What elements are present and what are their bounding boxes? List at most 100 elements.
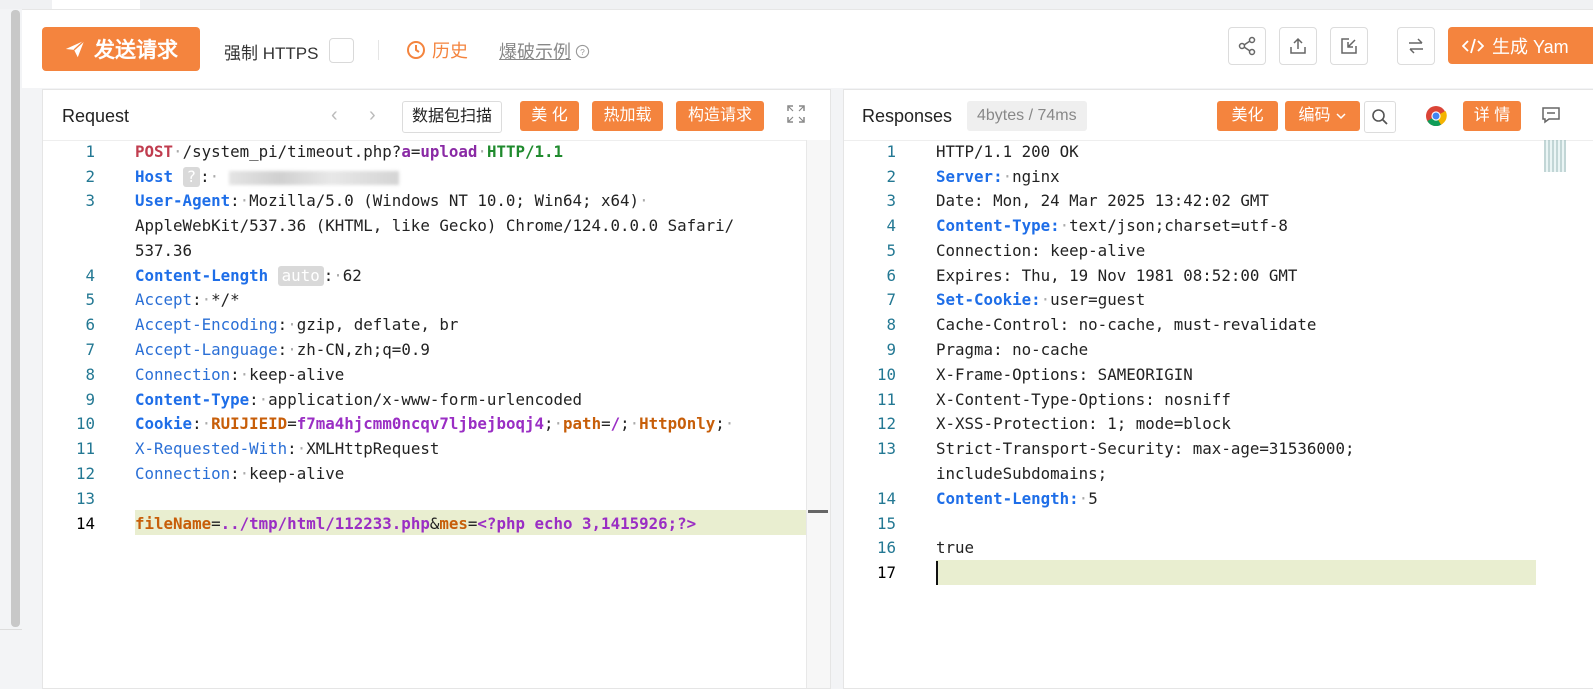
redacted-host [228,170,399,185]
header-value: application/x-www-form-urlencoded [268,390,583,409]
code-line: Accept-Encoding:·gzip, deflate, br [135,315,459,334]
construct-request-button[interactable]: 构造请求 [676,101,764,131]
line-number: 16 [876,538,896,557]
header-key: Content-Type [135,390,250,409]
code-line: Server:·nginx [936,167,1060,186]
encoding-dropdown[interactable]: 编码 [1285,101,1360,131]
message-icon[interactable] [1541,105,1561,125]
line-number: 6 [85,315,95,334]
history-button[interactable]: 历史 [406,37,468,63]
header-key: Server: [936,167,1003,186]
line-number: 14 [75,514,95,533]
line-number: 9 [85,390,95,409]
code-line: Content-Length auto:·62 [135,266,362,286]
force-https-label: 强制 HTTPS [224,44,319,63]
header-value: nginx [1012,167,1060,186]
code-line: Accept:·*/* [135,290,240,309]
header-value: */* [211,290,240,309]
line-number: 8 [886,315,896,334]
auto-badge[interactable]: auto [277,266,324,286]
code-line: X-Frame-Options: SAMEORIGIN [936,365,1193,384]
share-button[interactable] [1228,27,1266,65]
prev-arrow-icon[interactable]: ‹ [331,104,338,127]
beautify-button[interactable]: 美 化 [520,101,579,131]
code-line: Expires: Thu, 19 Nov 1981 08:52:00 GMT [936,266,1298,285]
generate-yaml-label: 生成 Yam [1492,36,1569,57]
line-number: 13 [876,439,896,458]
active-tab[interactable] [52,0,140,9]
header-key: User-Agent [135,191,231,210]
line-number: 9 [886,340,896,359]
history-label: 历史 [432,41,468,61]
request-editor[interactable]: 1 2 3 4 5 6 7 8 9 10 11 12 13 14 POST·/s… [43,140,830,688]
header-key: Connection [135,464,231,483]
line-number: 1 [886,142,896,161]
line-number: 4 [85,266,95,285]
line-number: 5 [85,290,95,309]
code-line: Connection:·keep-alive [135,464,345,483]
host-badge[interactable]: ? [182,167,201,187]
hotload-button[interactable]: 热加载 [592,101,663,131]
divider [378,40,379,60]
request-path: /system_pi/timeout.php? [182,142,402,161]
force-https-checkbox[interactable] [329,38,354,63]
example-link[interactable]: 爆破示例 ? [499,38,590,64]
export-button[interactable] [1279,27,1317,65]
send-request-button[interactable]: 发送请求 [42,27,200,71]
request-header: Request ‹ › 数据包扫描 美 化 热加载 构造请求 [43,90,830,141]
fullscreen-icon[interactable] [787,105,805,123]
import-button[interactable] [1330,27,1368,65]
response-title: Responses [862,106,953,126]
response-editor[interactable]: 1 2 3 4 5 6 7 8 9 10 11 12 13 14 15 16 1… [844,140,1593,688]
swap-button[interactable] [1397,27,1435,65]
line-number: 10 [75,414,95,433]
code-line: X-XSS-Protection: 1; mode=block [936,414,1231,433]
header-value: keep-alive [249,365,345,384]
code-line: AppleWebKit/537.36 (KHTML, like Gecko) C… [135,216,735,235]
packet-scan-button[interactable]: 数据包扫描 [402,101,503,133]
code-line: Cookie:·RUIJIEID=f7ma4hjcmm0ncqv7ljbejbo… [135,414,735,433]
code-line: Content-Type:·application/x-www-form-url… [135,390,583,409]
next-arrow-icon[interactable]: › [369,104,376,127]
share-icon [1238,36,1256,56]
body-param: mes [439,514,468,533]
search-button[interactable] [1364,101,1396,133]
code-line: Connection: keep-alive [936,241,1146,260]
request-panel: Request ‹ › 数据包扫描 美 化 热加载 构造请求 1 2 3 4 5… [42,89,831,689]
example-label: 爆破示例 [499,42,571,62]
chrome-icon[interactable] [1425,105,1447,127]
editor-scrollbar[interactable] [806,140,830,688]
header-value: gzip, deflate, br [296,315,459,334]
send-request-label: 发送请求 [94,39,178,62]
beautify-button[interactable]: 美化 [1217,101,1278,131]
page-scrollbar[interactable] [0,9,22,687]
generate-yaml-button[interactable]: 生成 Yam [1448,27,1593,64]
svg-text:?: ? [580,46,585,56]
code-line: Date: Mon, 24 Mar 2025 13:42:02 GMT [936,191,1269,210]
code-line: includeSubdomains; [936,464,1108,483]
minimap[interactable] [1544,140,1566,172]
query-param: a [401,142,411,161]
page-scrollbar-thumb[interactable] [11,10,20,627]
header-value: keep-alive [249,464,345,483]
divider [0,629,22,630]
line-number: 1 [85,142,95,161]
detail-button[interactable]: 详 情 [1463,101,1521,131]
cookie-flag: HttpOnly [639,414,716,433]
header-key: Accept-Encoding [135,315,278,334]
code-line: Accept-Language:·zh-CN,zh;q=0.9 [135,340,430,359]
line-number: 2 [886,167,896,186]
code-line: X-Requested-With:·XMLHttpRequest [135,439,440,458]
header-key: Content-Length: [936,489,1079,508]
body-value: <?php echo 3,1415926;?> [477,514,697,533]
line-number: 7 [85,340,95,359]
encoding-label: 编码 [1298,107,1331,124]
code-line: Strict-Transport-Security: max-age=31536… [936,439,1355,458]
help-icon: ? [575,44,590,58]
header-value: 5 [1088,489,1098,508]
header-key: Set-Cookie: [936,290,1041,309]
ampersand: & [429,514,440,533]
line-number: 7 [886,290,896,309]
line-number: 6 [886,266,896,285]
code-icon [1462,38,1484,53]
